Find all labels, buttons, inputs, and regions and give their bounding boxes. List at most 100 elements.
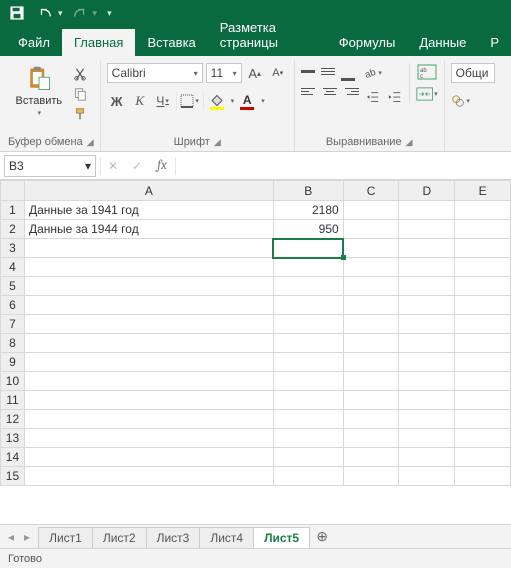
cell[interactable] (455, 334, 511, 353)
col-header-D[interactable]: D (399, 181, 455, 201)
qat-customize-dropdown[interactable]: ▾ (107, 8, 112, 19)
col-header-B[interactable]: B (273, 181, 343, 201)
cell[interactable] (343, 391, 399, 410)
cell[interactable] (343, 296, 399, 315)
redo-dropdown[interactable]: ▾ (93, 8, 98, 19)
cell[interactable] (24, 353, 273, 372)
fill-color-button[interactable] (207, 91, 227, 111)
cell[interactable] (273, 353, 343, 372)
row-header[interactable]: 1 (1, 201, 25, 220)
cell[interactable] (273, 334, 343, 353)
cell[interactable] (399, 239, 455, 258)
cell[interactable] (24, 391, 273, 410)
align-bottom-button[interactable] (341, 63, 359, 79)
cell[interactable] (455, 467, 511, 486)
cell[interactable] (343, 448, 399, 467)
cell[interactable] (273, 258, 343, 277)
row-header[interactable]: 7 (1, 315, 25, 334)
cell[interactable] (399, 258, 455, 277)
cell[interactable] (455, 296, 511, 315)
sheet-tab[interactable]: Лист1 (38, 527, 93, 548)
tab-data[interactable]: Данные (407, 29, 478, 56)
font-launcher-icon[interactable]: ◢ (214, 137, 221, 148)
cell[interactable] (24, 334, 273, 353)
alignment-launcher-icon[interactable]: ◢ (406, 137, 413, 148)
cell[interactable] (455, 315, 511, 334)
align-center-button[interactable] (321, 83, 339, 99)
cell[interactable] (399, 467, 455, 486)
cell[interactable] (273, 410, 343, 429)
cell[interactable]: 2180 (273, 201, 343, 220)
cell[interactable] (24, 448, 273, 467)
redo-icon[interactable] (69, 2, 91, 24)
fill-dropdown[interactable]: ▾ (231, 97, 235, 105)
increase-indent-button[interactable] (385, 87, 405, 107)
row-header[interactable]: 14 (1, 448, 25, 467)
cell[interactable] (399, 353, 455, 372)
underline-button[interactable]: Ч▾ (153, 91, 173, 111)
font-color-button[interactable]: A (237, 91, 257, 111)
row-header[interactable]: 13 (1, 429, 25, 448)
formula-input[interactable] (176, 155, 511, 177)
row-header[interactable]: 4 (1, 258, 25, 277)
clipboard-launcher-icon[interactable]: ◢ (87, 137, 94, 148)
row-header[interactable]: 3 (1, 239, 25, 258)
cell[interactable] (273, 391, 343, 410)
row-header[interactable]: 8 (1, 334, 25, 353)
sheet-tab-active[interactable]: Лист5 (253, 527, 310, 548)
cell[interactable] (399, 334, 455, 353)
cell[interactable] (399, 410, 455, 429)
sheet-nav[interactable]: ◂ ▸ (0, 525, 38, 548)
align-left-button[interactable] (301, 83, 319, 99)
cell[interactable] (455, 220, 511, 239)
undo-icon[interactable] (34, 2, 56, 24)
enter-formula-button[interactable]: ✓ (125, 155, 149, 177)
cancel-formula-button[interactable]: ✕ (101, 155, 125, 177)
col-header-A[interactable]: A (24, 181, 273, 201)
cell[interactable] (273, 467, 343, 486)
cell[interactable] (343, 220, 399, 239)
select-all-corner[interactable] (1, 181, 25, 201)
row-header[interactable]: 12 (1, 410, 25, 429)
fontcolor-dropdown[interactable]: ▾ (261, 97, 265, 105)
cell[interactable] (399, 315, 455, 334)
tab-insert[interactable]: Вставка (135, 29, 207, 56)
orientation-button[interactable]: ab▾ (363, 63, 383, 83)
decrease-font-button[interactable]: A▾ (268, 63, 288, 83)
cell[interactable] (24, 429, 273, 448)
cell[interactable] (24, 410, 273, 429)
cell[interactable] (273, 372, 343, 391)
cell[interactable] (343, 315, 399, 334)
cell[interactable] (399, 296, 455, 315)
tab-page-layout[interactable]: Разметка страницы (208, 14, 327, 56)
font-name-select[interactable]: Calibri▾ (107, 63, 203, 83)
sheet-tab[interactable]: Лист2 (92, 527, 147, 548)
row-header[interactable]: 9 (1, 353, 25, 372)
add-sheet-button[interactable]: ⊕ (309, 525, 335, 548)
cell[interactable] (455, 391, 511, 410)
cell[interactable] (343, 201, 399, 220)
cell[interactable] (455, 277, 511, 296)
decrease-indent-button[interactable] (363, 87, 383, 107)
align-top-button[interactable] (301, 63, 319, 79)
save-icon[interactable] (6, 2, 28, 24)
tab-formulas[interactable]: Формулы (327, 29, 408, 56)
cell[interactable] (24, 467, 273, 486)
cell[interactable] (455, 448, 511, 467)
cell[interactable]: Данные за 1941 год (24, 201, 273, 220)
cell[interactable] (455, 258, 511, 277)
cell[interactable] (24, 258, 273, 277)
cell[interactable] (24, 239, 273, 258)
tab-home[interactable]: Главная (62, 29, 135, 56)
cut-button[interactable] (70, 65, 90, 83)
cell[interactable] (343, 467, 399, 486)
tab-file[interactable]: Файл (6, 29, 62, 56)
cell[interactable] (399, 201, 455, 220)
cell[interactable] (399, 220, 455, 239)
row-header[interactable]: 11 (1, 391, 25, 410)
cell[interactable] (399, 429, 455, 448)
cell[interactable] (343, 277, 399, 296)
col-header-E[interactable]: E (455, 181, 511, 201)
cell[interactable] (455, 372, 511, 391)
align-right-button[interactable] (341, 83, 359, 99)
